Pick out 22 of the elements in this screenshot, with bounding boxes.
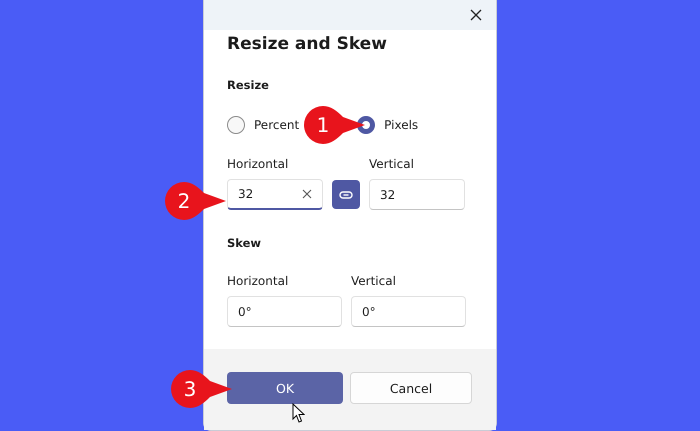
close-icon [469,8,483,22]
cancel-button[interactable]: Cancel [350,372,472,404]
ok-button[interactable]: OK [227,372,344,404]
field-label: Vertical [351,274,397,288]
cursor-icon [292,403,305,423]
field-label: Horizontal [227,274,290,288]
field-label: Horizontal [227,157,290,171]
clear-icon[interactable] [302,189,312,199]
step-callout: 1 [303,105,365,145]
section-heading: Skew [227,236,262,250]
dialog-title: Resize and Skew [227,34,388,54]
step-callout: 3 [170,369,232,409]
input-field[interactable]: 0° [227,296,342,327]
section-heading: Resize [227,78,270,92]
link-button[interactable] [332,180,360,209]
link-icon [339,190,353,200]
radio-option[interactable]: Percent [227,116,300,134]
step-callout: 2 [164,181,226,221]
input-field[interactable]: 0° [351,296,466,327]
input-field[interactable]: 32 [227,179,323,210]
input-field[interactable]: 32 [369,179,465,210]
field-label: Vertical [369,157,415,171]
